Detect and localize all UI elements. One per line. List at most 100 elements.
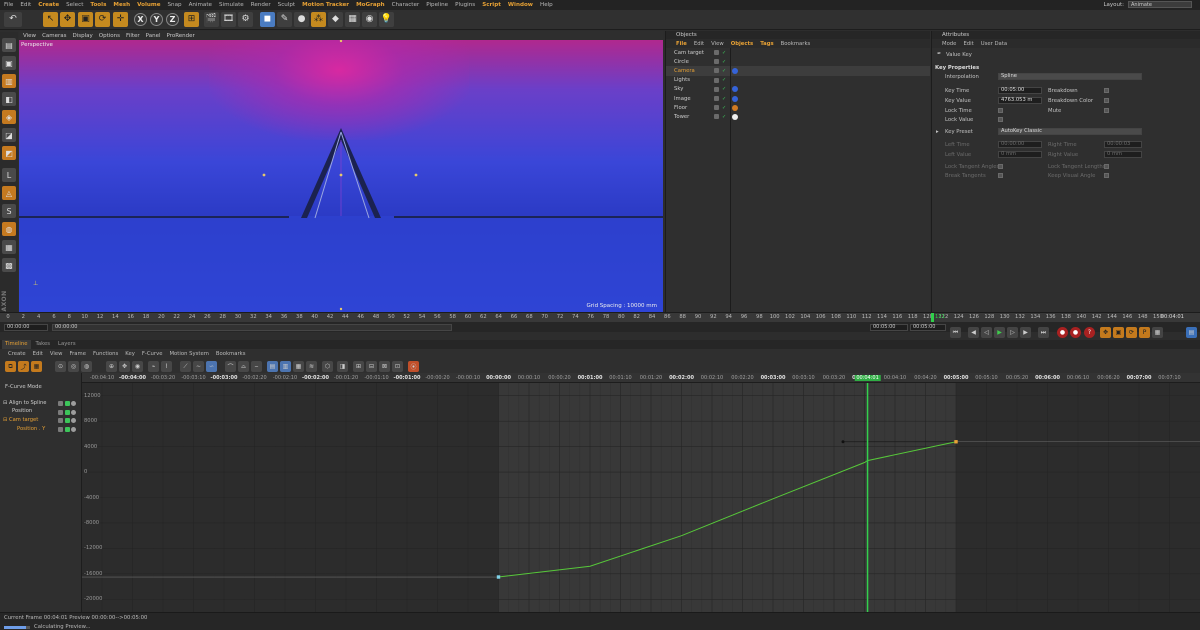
- record-keys-icon[interactable]: ●: [1057, 327, 1068, 338]
- interpolation-dropdown[interactable]: Spline: [998, 73, 1142, 80]
- visibility-check-icon[interactable]: ✓: [722, 68, 726, 74]
- menu-select[interactable]: Select: [66, 2, 83, 8]
- rotation-key-icon[interactable]: ⟳: [1126, 327, 1137, 338]
- viewport-menu-view[interactable]: View: [23, 33, 36, 39]
- track-enable-icon[interactable]: [65, 427, 70, 432]
- track-layer-icon[interactable]: [58, 427, 63, 432]
- key-auto-icon[interactable]: ⌇: [161, 361, 172, 372]
- axis-y-button[interactable]: Y: [150, 13, 163, 26]
- snap-keys-icon[interactable]: ▤: [267, 361, 278, 372]
- tab-layers[interactable]: Layers: [55, 340, 79, 349]
- grid-icon[interactable]: ▩: [2, 258, 16, 272]
- key-preset-expand-icon[interactable]: ▸: [936, 129, 939, 135]
- object-name[interactable]: Image: [674, 96, 691, 102]
- track-layer-icon[interactable]: [58, 418, 63, 423]
- param-key-icon[interactable]: P: [1139, 327, 1150, 338]
- breakdown-checkbox[interactable]: [1104, 88, 1109, 93]
- track-enable-icon[interactable]: [65, 410, 70, 415]
- track-layer-icon[interactable]: [58, 401, 63, 406]
- pen-icon[interactable]: ✎: [277, 12, 292, 27]
- pan-icon[interactable]: ✥: [119, 361, 130, 372]
- record-motion-icon[interactable]: ⦿: [408, 361, 419, 372]
- left-time-field[interactable]: 00:00:00: [998, 141, 1042, 148]
- keymode-icon[interactable]: ⧉: [5, 361, 16, 372]
- solo-icon[interactable]: ◍: [2, 222, 16, 236]
- viewport-menu-display[interactable]: Display: [73, 33, 93, 39]
- edges-mode-icon[interactable]: ◪: [2, 128, 16, 142]
- tweak-mode-icon[interactable]: ◬: [2, 186, 16, 200]
- viewport[interactable]: Perspective ⊥ Grid Spacing : 10000 mm: [19, 40, 663, 312]
- motion-mode-icon[interactable]: ▦: [31, 361, 42, 372]
- layer-dot-icon[interactable]: [714, 68, 719, 74]
- render-view-icon[interactable]: 🎞: [221, 12, 236, 27]
- ripple-icon[interactable]: ≋: [306, 361, 317, 372]
- nurbs-icon[interactable]: ●: [294, 12, 309, 27]
- scene-icon[interactable]: ▦: [345, 12, 360, 27]
- track-cam-target[interactable]: ⊟ Cam target: [3, 417, 38, 423]
- object-name[interactable]: Tower: [674, 114, 689, 120]
- pla-icon[interactable]: ⊠: [379, 361, 390, 372]
- next-frame-icon[interactable]: ▷: [1007, 327, 1018, 338]
- object-row[interactable]: Circle ✓: [666, 57, 930, 66]
- menu-sculpt[interactable]: Sculpt: [278, 2, 295, 8]
- track-align-to-spline[interactable]: ⊟ Align to Spline: [3, 400, 46, 406]
- layer-dot-icon[interactable]: [714, 59, 719, 65]
- object-row[interactable]: Lights ✓: [666, 76, 930, 85]
- frame-all-icon[interactable]: ⊙: [55, 361, 66, 372]
- zoom-icon[interactable]: ⊕: [106, 361, 117, 372]
- track-solo-icon[interactable]: [71, 401, 76, 406]
- motion-clip-icon[interactable]: ⊡: [392, 361, 403, 372]
- workplane-icon[interactable]: ◧: [2, 92, 16, 106]
- object-row[interactable]: Tower ✓: [666, 112, 930, 121]
- camera-icon[interactable]: ◉: [362, 12, 377, 27]
- menu-window[interactable]: Window: [508, 2, 533, 8]
- mute-track-icon[interactable]: ◉: [132, 361, 143, 372]
- points-mode-icon[interactable]: ◈: [2, 110, 16, 124]
- timeline-menu-edit[interactable]: Edit: [33, 351, 43, 357]
- timeline-menu-functions[interactable]: Functions: [93, 351, 118, 357]
- menu-edit[interactable]: Edit: [20, 2, 31, 8]
- tab-takes[interactable]: Takes: [33, 340, 54, 349]
- mute-checkbox[interactable]: [1104, 108, 1109, 113]
- tangent-break-icon[interactable]: ⌒: [225, 361, 236, 372]
- tab-timeline[interactable]: Timeline: [2, 340, 31, 349]
- undo-icon[interactable]: ↶: [4, 12, 22, 27]
- track-enable-icon[interactable]: [65, 418, 70, 423]
- frame-selected-icon[interactable]: ◎: [68, 361, 79, 372]
- menu-animate[interactable]: Animate: [189, 2, 212, 8]
- timeline-window-icon[interactable]: ▤: [1186, 327, 1197, 338]
- key-preset-dropdown[interactable]: AutoKey Classic: [998, 128, 1142, 135]
- timeline-menu-bookmarks[interactable]: Bookmarks: [216, 351, 246, 357]
- attributes-menu-user-data[interactable]: User Data: [981, 41, 1007, 47]
- model-mode-icon[interactable]: ▣: [2, 56, 16, 70]
- visibility-check-icon[interactable]: ✓: [722, 50, 726, 56]
- lock-value-icon[interactable]: ▦: [293, 361, 304, 372]
- track-position-y[interactable]: Position . Y: [17, 426, 45, 432]
- key-spline-icon[interactable]: ∼: [193, 361, 204, 372]
- attributes-menu-mode[interactable]: Mode: [942, 41, 956, 47]
- right-value-field[interactable]: 0 mm: [1104, 151, 1142, 158]
- lock-time-icon[interactable]: ▥: [280, 361, 291, 372]
- timeline-menu-view[interactable]: View: [50, 351, 63, 357]
- render-active-icon[interactable]: 🎬: [204, 12, 219, 27]
- menu-plugins[interactable]: Plugins: [455, 2, 475, 8]
- object-row[interactable]: Camera ✓: [666, 66, 930, 76]
- key-step-icon[interactable]: ⌁: [148, 361, 159, 372]
- fcurve-time-ruler[interactable]: -00:04:10 -00:04:00 -00:03:20 -00:03:10 -00:…: [82, 373, 1200, 383]
- lock-tangent-angles-checkbox[interactable]: [998, 164, 1003, 169]
- move-icon[interactable]: ✥: [60, 12, 75, 27]
- timeline-menu-create[interactable]: Create: [8, 351, 26, 357]
- viewport-menu-options[interactable]: Options: [99, 33, 120, 39]
- tangent-zero-icon[interactable]: ⌓: [238, 361, 249, 372]
- visibility-check-icon[interactable]: ✓: [722, 105, 726, 111]
- attributes-menu-edit[interactable]: Edit: [963, 41, 973, 47]
- material-tag-icon[interactable]: [732, 67, 738, 74]
- track-solo-icon[interactable]: [71, 427, 76, 432]
- objects-menu-edit[interactable]: Edit: [694, 41, 704, 47]
- make-editable-icon[interactable]: ▤: [2, 38, 16, 52]
- object-name[interactable]: Lights: [674, 77, 690, 83]
- break-tangents-checkbox[interactable]: [998, 173, 1003, 178]
- track-layer-icon[interactable]: [58, 410, 63, 415]
- objects-menu-file[interactable]: File: [676, 41, 687, 47]
- objects-menu-bookmarks[interactable]: Bookmarks: [781, 41, 811, 47]
